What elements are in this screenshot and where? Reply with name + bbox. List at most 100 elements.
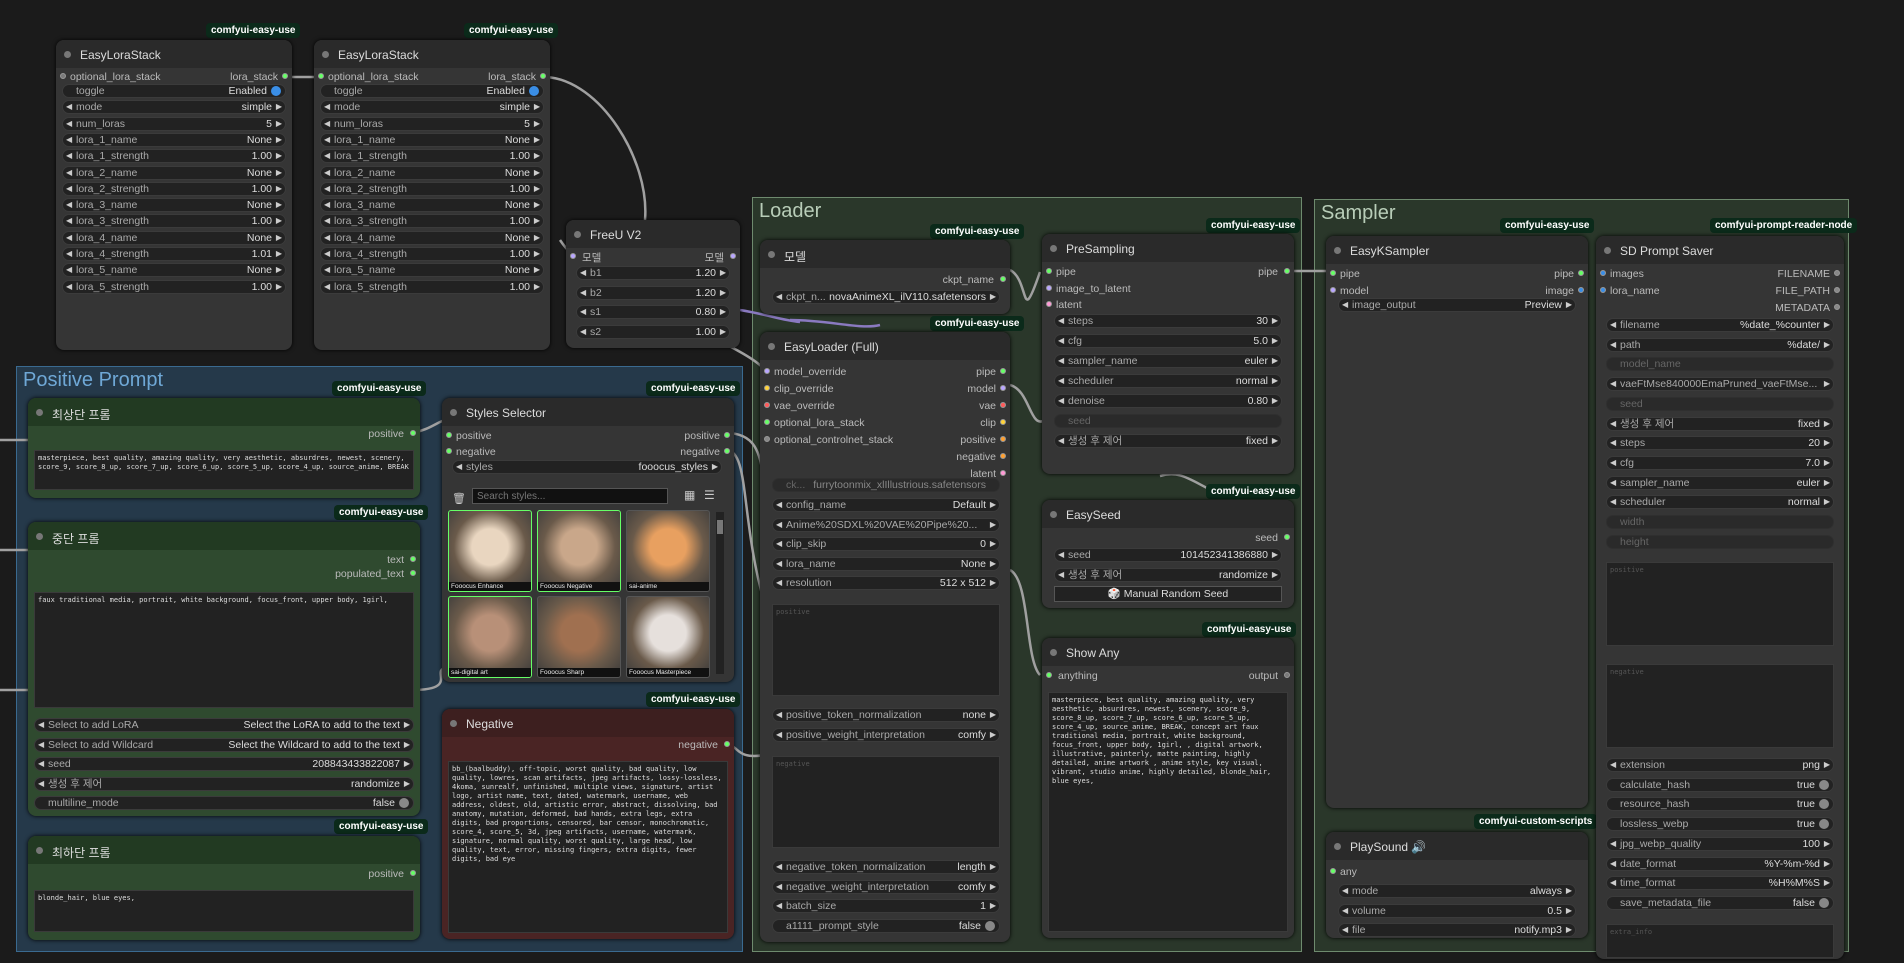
manual-random-seed-button[interactable]: 🎲 Manual Random Seed — [1054, 586, 1282, 602]
widget-lora-4-strength[interactable]: ◀ ▶ lora_4_strength 1.01 — [62, 247, 286, 261]
decrement-arrow-icon[interactable]: ◀ — [776, 519, 782, 531]
decrement-arrow-icon[interactable]: ◀ — [66, 101, 72, 113]
decrement-arrow-icon[interactable]: ◀ — [1058, 395, 1064, 407]
output-slot-dot[interactable] — [724, 432, 730, 438]
output-slot-dot[interactable] — [410, 570, 416, 576]
decrement-arrow-icon[interactable]: ◀ — [324, 199, 330, 211]
increment-arrow-icon[interactable]: ▶ — [990, 900, 996, 912]
output-slot-dot[interactable] — [1284, 672, 1290, 678]
styles-combo[interactable]: ◀ styles fooocus_styles ▶ — [452, 460, 722, 474]
collapse-dot[interactable] — [1334, 247, 1341, 254]
widget-lora-1-name[interactable]: ◀ ▶ lora_1_name None — [62, 132, 286, 147]
decrement-arrow-icon[interactable]: ◀ — [776, 861, 782, 873]
increment-arrow-icon[interactable]: ▶ — [276, 248, 282, 260]
widget-toggle[interactable]: toggle Enabled — [62, 84, 286, 98]
output-slot-dot[interactable] — [1834, 287, 1840, 293]
style-thumb[interactable]: Fooocus Sharp — [537, 596, 621, 678]
widget-lora-1-name[interactable]: ◀ ▶ lora_1_name None — [320, 132, 544, 147]
toggle-indicator[interactable] — [985, 920, 995, 931]
widget-lora-4-name[interactable]: ◀ ▶ lora_4_name None — [320, 230, 544, 245]
collapse-dot[interactable] — [450, 409, 457, 416]
increment-arrow-icon[interactable]: ▶ — [990, 558, 996, 570]
widget-3[interactable]: ◀ ▶ scheduler normal — [1054, 374, 1282, 388]
output-slot-dot[interactable] — [1000, 470, 1006, 476]
decrement-arrow-icon[interactable]: ◀ — [1610, 759, 1616, 771]
widget-0[interactable]: ◀ ▶ steps 30 — [1054, 314, 1282, 328]
input-slot-dot[interactable] — [1046, 301, 1052, 307]
decrement-arrow-icon[interactable]: ◀ — [1610, 378, 1616, 390]
collapse-dot[interactable] — [64, 51, 71, 58]
collapse-dot[interactable] — [450, 720, 457, 727]
list-view-icon[interactable]: ☰ — [704, 488, 715, 502]
decrement-arrow-icon[interactable]: ◀ — [66, 199, 72, 211]
decrement-arrow-icon[interactable]: ◀ — [38, 758, 44, 770]
output-slot-dot[interactable] — [1000, 402, 1006, 408]
output-slot-dot[interactable] — [1834, 270, 1840, 276]
increment-arrow-icon[interactable]: ▶ — [720, 306, 726, 318]
style-thumb[interactable]: sai-anime — [626, 510, 710, 592]
node-header[interactable]: 중단 프롬 — [28, 522, 420, 550]
node-header[interactable]: EasyKSampler — [1326, 236, 1588, 264]
decrement-arrow-icon[interactable]: ◀ — [66, 248, 72, 260]
widget-1[interactable]: ◀ ▶ cfg 5.0 — [1054, 334, 1282, 348]
easy-seed-node[interactable]: EasySeed seed 🎲 Manual Random Seed ◀ ▶ see… — [1042, 500, 1294, 608]
increment-arrow-icon[interactable]: ▶ — [990, 709, 996, 721]
decrement-arrow-icon[interactable]: ◀ — [1610, 457, 1616, 469]
show-any-node[interactable]: Show Any anything output masterpiece, be… — [1042, 638, 1294, 938]
decrement-arrow-icon[interactable]: ◀ — [1342, 924, 1348, 936]
increment-arrow-icon[interactable]: ▶ — [276, 281, 282, 293]
easy-ksampler-node[interactable]: EasyKSampler ◀ image_output Preview ▶ pipe m… — [1326, 236, 1588, 808]
widget-lora-1-strength[interactable]: ◀ ▶ lora_1_strength 1.00 — [62, 149, 286, 164]
input-slot-dot[interactable] — [764, 368, 770, 374]
decrement-arrow-icon[interactable]: ◀ — [1058, 435, 1064, 447]
widget-lora-5-name[interactable]: ◀ ▶ lora_5_name None — [62, 263, 286, 278]
decrement-arrow-icon[interactable]: ◀ — [1058, 549, 1064, 561]
increment-arrow-icon[interactable]: ▶ — [534, 215, 540, 227]
grid-view-icon[interactable]: ▦ — [684, 488, 695, 502]
decrement-arrow-icon[interactable]: ◀ — [38, 739, 44, 751]
widget-1[interactable]: ◀ ▶ Anime%20SDXL%20VAE%20Pipe%20... — [772, 517, 1000, 532]
input-slot-dot[interactable] — [60, 73, 66, 79]
widget-0[interactable]: ◀ ▶ filename %date_%counter — [1606, 318, 1834, 332]
widget-5[interactable]: ◀ ▶ 생성 후 제어 fixed — [1606, 416, 1834, 431]
widget-lora-3-name[interactable]: ◀ ▶ lora_3_name None — [62, 198, 286, 213]
increment-arrow-icon[interactable]: ▶ — [720, 267, 726, 279]
increment-arrow-icon[interactable]: ▶ — [276, 101, 282, 113]
decrement-arrow-icon[interactable]: ◀ — [1610, 319, 1616, 331]
freeu-node[interactable]: FreeU V2 모델 모델 ◀ ▶ b1 1.20 ◀ ▶ b2 1.20 ◀ ▶ s1 0.80 ◀… — [566, 220, 740, 348]
decrement-arrow-icon[interactable]: ◀ — [1058, 375, 1064, 387]
output-slot-dot[interactable] — [410, 870, 416, 876]
widget-lora-2-name[interactable]: ◀ ▶ lora_2_name None — [62, 165, 286, 180]
decrement-arrow-icon[interactable]: ◀ — [1058, 315, 1064, 327]
decrement-arrow-icon[interactable]: ◀ — [1610, 437, 1616, 449]
input-slot-dot[interactable] — [446, 432, 452, 438]
increment-arrow-icon[interactable]: ▶ — [276, 199, 282, 211]
increment-arrow-icon[interactable]: ▶ — [1272, 549, 1278, 561]
decrement-arrow-icon[interactable]: ◀ — [580, 267, 586, 279]
increment-arrow-icon[interactable]: ▶ — [1566, 885, 1572, 897]
input-slot-dot[interactable] — [1046, 268, 1052, 274]
decrement-arrow-icon[interactable]: ◀ — [776, 577, 782, 589]
collapse-dot[interactable] — [1050, 511, 1057, 518]
increment-arrow-icon[interactable]: ▶ — [990, 519, 996, 531]
style-thumb[interactable]: sai-digital art — [448, 596, 532, 678]
widget-mode[interactable]: ◀ ▶ mode simple — [62, 100, 286, 115]
input-slot-dot[interactable] — [1046, 284, 1052, 291]
increment-arrow-icon[interactable]: ▶ — [990, 577, 996, 589]
increment-arrow-icon[interactable]: ▶ — [404, 778, 410, 790]
decrement-arrow-icon[interactable]: ◀ — [66, 118, 72, 130]
increment-arrow-icon[interactable]: ▶ — [276, 215, 282, 227]
decrement-arrow-icon[interactable]: ◀ — [1342, 905, 1348, 917]
widget-5[interactable]: seed — [1054, 414, 1282, 428]
increment-arrow-icon[interactable]: ▶ — [1824, 339, 1830, 351]
collapse-dot[interactable] — [1604, 247, 1611, 254]
widget-negative-token-normalization[interactable]: ◀ ▶ negative_token_normalization length — [772, 860, 1000, 874]
output-slot-dot[interactable] — [1000, 436, 1006, 442]
increment-arrow-icon[interactable]: ▶ — [1566, 924, 1572, 936]
negative-prompt-node[interactable]: Negative negative bb_(baalbuddy), off-to… — [442, 709, 734, 939]
increment-arrow-icon[interactable]: ▶ — [990, 861, 996, 873]
increment-arrow-icon[interactable]: ▶ — [534, 199, 540, 211]
node-header[interactable]: SD Prompt Saver — [1596, 236, 1844, 264]
increment-arrow-icon[interactable]: ▶ — [276, 232, 282, 244]
widget-2[interactable]: model_name — [1606, 357, 1834, 372]
